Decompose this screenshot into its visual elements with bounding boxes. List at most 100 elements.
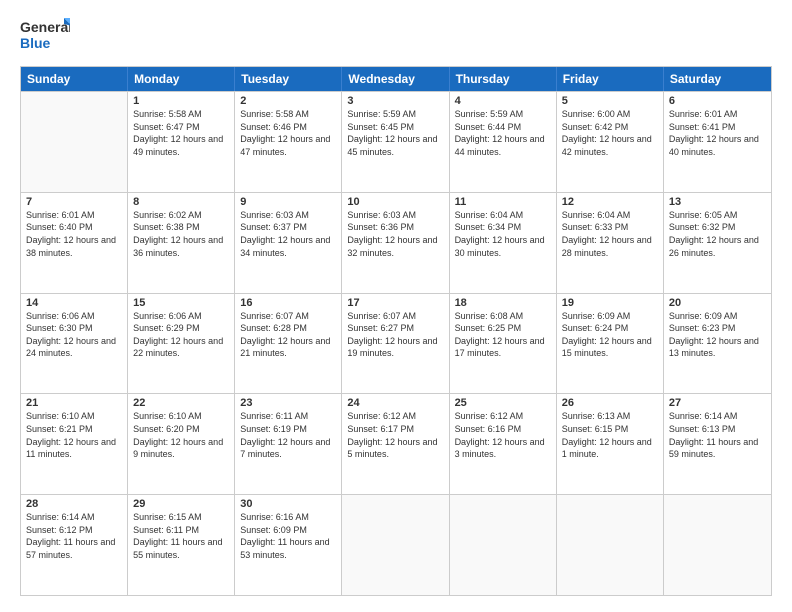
day-number: 9 xyxy=(240,196,336,208)
day-detail: Sunrise: 6:09 AMSunset: 6:24 PMDaylight:… xyxy=(562,310,658,360)
svg-text:General: General xyxy=(20,19,70,35)
calendar-cell: 3Sunrise: 5:59 AMSunset: 6:45 PMDaylight… xyxy=(342,92,449,192)
day-detail: Sunrise: 6:16 AMSunset: 6:09 PMDaylight:… xyxy=(240,511,336,561)
calendar-cell: 18Sunrise: 6:08 AMSunset: 6:25 PMDayligh… xyxy=(450,294,557,394)
calendar-row: 7Sunrise: 6:01 AMSunset: 6:40 PMDaylight… xyxy=(21,192,771,293)
day-number: 25 xyxy=(455,397,551,409)
calendar-row: 28Sunrise: 6:14 AMSunset: 6:12 PMDayligh… xyxy=(21,494,771,595)
day-detail: Sunrise: 6:10 AMSunset: 6:20 PMDaylight:… xyxy=(133,410,229,460)
day-number: 16 xyxy=(240,297,336,309)
calendar-cell: 28Sunrise: 6:14 AMSunset: 6:12 PMDayligh… xyxy=(21,495,128,595)
day-detail: Sunrise: 5:58 AMSunset: 6:46 PMDaylight:… xyxy=(240,108,336,158)
calendar-row: 21Sunrise: 6:10 AMSunset: 6:21 PMDayligh… xyxy=(21,393,771,494)
day-number: 22 xyxy=(133,397,229,409)
calendar-cell: 22Sunrise: 6:10 AMSunset: 6:20 PMDayligh… xyxy=(128,394,235,494)
day-number: 2 xyxy=(240,95,336,107)
header-day: Tuesday xyxy=(235,67,342,91)
calendar-cell xyxy=(664,495,771,595)
calendar-cell: 15Sunrise: 6:06 AMSunset: 6:29 PMDayligh… xyxy=(128,294,235,394)
calendar-cell: 21Sunrise: 6:10 AMSunset: 6:21 PMDayligh… xyxy=(21,394,128,494)
day-detail: Sunrise: 6:14 AMSunset: 6:13 PMDaylight:… xyxy=(669,410,766,460)
header-day: Thursday xyxy=(450,67,557,91)
day-detail: Sunrise: 6:07 AMSunset: 6:28 PMDaylight:… xyxy=(240,310,336,360)
day-detail: Sunrise: 6:08 AMSunset: 6:25 PMDaylight:… xyxy=(455,310,551,360)
day-detail: Sunrise: 5:59 AMSunset: 6:45 PMDaylight:… xyxy=(347,108,443,158)
day-number: 18 xyxy=(455,297,551,309)
calendar-cell: 4Sunrise: 5:59 AMSunset: 6:44 PMDaylight… xyxy=(450,92,557,192)
day-number: 24 xyxy=(347,397,443,409)
day-number: 8 xyxy=(133,196,229,208)
header-day: Saturday xyxy=(664,67,771,91)
day-number: 23 xyxy=(240,397,336,409)
calendar-body: 1Sunrise: 5:58 AMSunset: 6:47 PMDaylight… xyxy=(21,91,771,595)
calendar-cell: 26Sunrise: 6:13 AMSunset: 6:15 PMDayligh… xyxy=(557,394,664,494)
calendar-cell: 10Sunrise: 6:03 AMSunset: 6:36 PMDayligh… xyxy=(342,193,449,293)
day-number: 15 xyxy=(133,297,229,309)
calendar: SundayMondayTuesdayWednesdayThursdayFrid… xyxy=(20,66,772,596)
day-detail: Sunrise: 6:02 AMSunset: 6:38 PMDaylight:… xyxy=(133,209,229,259)
calendar-cell: 30Sunrise: 6:16 AMSunset: 6:09 PMDayligh… xyxy=(235,495,342,595)
day-number: 7 xyxy=(26,196,122,208)
calendar-cell: 5Sunrise: 6:00 AMSunset: 6:42 PMDaylight… xyxy=(557,92,664,192)
header-day: Monday xyxy=(128,67,235,91)
day-detail: Sunrise: 6:05 AMSunset: 6:32 PMDaylight:… xyxy=(669,209,766,259)
calendar-cell: 11Sunrise: 6:04 AMSunset: 6:34 PMDayligh… xyxy=(450,193,557,293)
day-detail: Sunrise: 6:15 AMSunset: 6:11 PMDaylight:… xyxy=(133,511,229,561)
day-number: 4 xyxy=(455,95,551,107)
calendar-cell: 25Sunrise: 6:12 AMSunset: 6:16 PMDayligh… xyxy=(450,394,557,494)
day-detail: Sunrise: 6:04 AMSunset: 6:34 PMDaylight:… xyxy=(455,209,551,259)
day-detail: Sunrise: 6:14 AMSunset: 6:12 PMDaylight:… xyxy=(26,511,122,561)
day-detail: Sunrise: 6:12 AMSunset: 6:17 PMDaylight:… xyxy=(347,410,443,460)
calendar-cell: 29Sunrise: 6:15 AMSunset: 6:11 PMDayligh… xyxy=(128,495,235,595)
calendar-cell: 19Sunrise: 6:09 AMSunset: 6:24 PMDayligh… xyxy=(557,294,664,394)
day-detail: Sunrise: 6:03 AMSunset: 6:36 PMDaylight:… xyxy=(347,209,443,259)
day-number: 13 xyxy=(669,196,766,208)
day-number: 6 xyxy=(669,95,766,107)
calendar-cell xyxy=(450,495,557,595)
day-number: 26 xyxy=(562,397,658,409)
header-day: Sunday xyxy=(21,67,128,91)
header-day: Friday xyxy=(557,67,664,91)
calendar-cell: 1Sunrise: 5:58 AMSunset: 6:47 PMDaylight… xyxy=(128,92,235,192)
page: General Blue SundayMondayTuesdayWednesda… xyxy=(0,0,792,612)
day-number: 28 xyxy=(26,498,122,510)
day-number: 1 xyxy=(133,95,229,107)
day-detail: Sunrise: 6:06 AMSunset: 6:30 PMDaylight:… xyxy=(26,310,122,360)
day-detail: Sunrise: 5:59 AMSunset: 6:44 PMDaylight:… xyxy=(455,108,551,158)
day-detail: Sunrise: 5:58 AMSunset: 6:47 PMDaylight:… xyxy=(133,108,229,158)
day-number: 27 xyxy=(669,397,766,409)
calendar-cell xyxy=(21,92,128,192)
day-number: 5 xyxy=(562,95,658,107)
day-detail: Sunrise: 6:09 AMSunset: 6:23 PMDaylight:… xyxy=(669,310,766,360)
logo-svg: General Blue xyxy=(20,16,70,56)
calendar-cell xyxy=(342,495,449,595)
calendar-cell: 17Sunrise: 6:07 AMSunset: 6:27 PMDayligh… xyxy=(342,294,449,394)
calendar-header: SundayMondayTuesdayWednesdayThursdayFrid… xyxy=(21,67,771,91)
day-number: 12 xyxy=(562,196,658,208)
calendar-cell: 27Sunrise: 6:14 AMSunset: 6:13 PMDayligh… xyxy=(664,394,771,494)
svg-text:Blue: Blue xyxy=(20,35,51,51)
calendar-cell: 2Sunrise: 5:58 AMSunset: 6:46 PMDaylight… xyxy=(235,92,342,192)
day-detail: Sunrise: 6:12 AMSunset: 6:16 PMDaylight:… xyxy=(455,410,551,460)
day-number: 3 xyxy=(347,95,443,107)
calendar-row: 14Sunrise: 6:06 AMSunset: 6:30 PMDayligh… xyxy=(21,293,771,394)
day-number: 30 xyxy=(240,498,336,510)
day-detail: Sunrise: 6:01 AMSunset: 6:41 PMDaylight:… xyxy=(669,108,766,158)
calendar-cell: 13Sunrise: 6:05 AMSunset: 6:32 PMDayligh… xyxy=(664,193,771,293)
calendar-cell: 7Sunrise: 6:01 AMSunset: 6:40 PMDaylight… xyxy=(21,193,128,293)
day-number: 20 xyxy=(669,297,766,309)
calendar-cell: 23Sunrise: 6:11 AMSunset: 6:19 PMDayligh… xyxy=(235,394,342,494)
day-detail: Sunrise: 6:01 AMSunset: 6:40 PMDaylight:… xyxy=(26,209,122,259)
day-detail: Sunrise: 6:11 AMSunset: 6:19 PMDaylight:… xyxy=(240,410,336,460)
day-detail: Sunrise: 6:07 AMSunset: 6:27 PMDaylight:… xyxy=(347,310,443,360)
day-number: 19 xyxy=(562,297,658,309)
header-day: Wednesday xyxy=(342,67,449,91)
calendar-cell: 9Sunrise: 6:03 AMSunset: 6:37 PMDaylight… xyxy=(235,193,342,293)
calendar-cell: 20Sunrise: 6:09 AMSunset: 6:23 PMDayligh… xyxy=(664,294,771,394)
calendar-row: 1Sunrise: 5:58 AMSunset: 6:47 PMDaylight… xyxy=(21,91,771,192)
day-number: 21 xyxy=(26,397,122,409)
day-number: 29 xyxy=(133,498,229,510)
day-detail: Sunrise: 6:10 AMSunset: 6:21 PMDaylight:… xyxy=(26,410,122,460)
day-number: 10 xyxy=(347,196,443,208)
calendar-cell: 24Sunrise: 6:12 AMSunset: 6:17 PMDayligh… xyxy=(342,394,449,494)
